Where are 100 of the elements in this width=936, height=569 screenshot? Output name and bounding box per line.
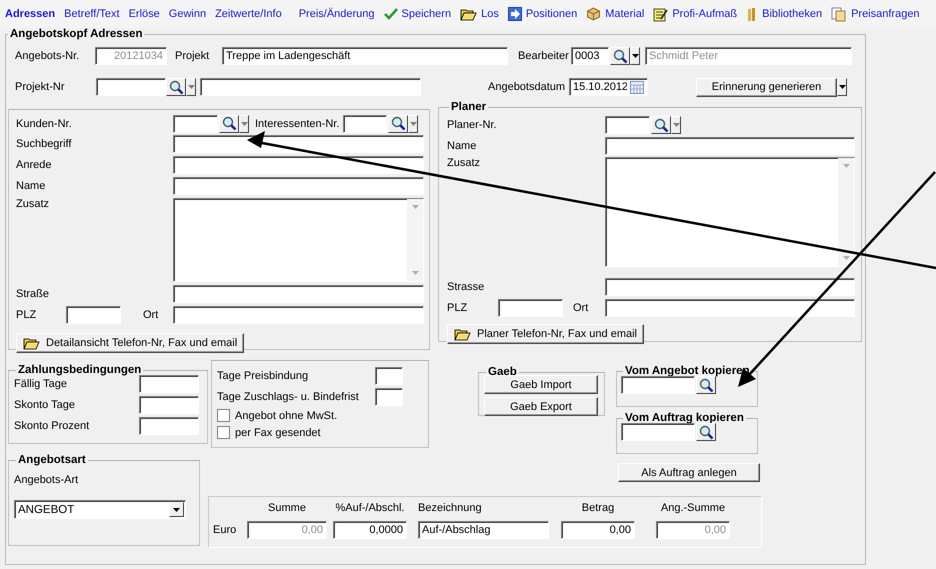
input-field[interactable] <box>96 78 166 96</box>
toolbar-link[interactable]: Los <box>460 8 499 20</box>
dropdown-button[interactable] <box>671 116 681 134</box>
search-button[interactable] <box>219 114 239 132</box>
input-field[interactable]: Treppe im Ladengeschäft <box>222 47 508 65</box>
input-field[interactable] <box>605 137 855 155</box>
folder-icon <box>454 328 471 340</box>
toolbar-link[interactable]: Preisanfragen <box>831 6 920 22</box>
input-field[interactable]: Auf-/Abschlag <box>418 521 549 539</box>
folder-icon <box>23 336 40 350</box>
field-label: Ort <box>143 309 160 321</box>
input-field[interactable] <box>139 375 199 393</box>
field-label: PLZ <box>447 302 468 314</box>
group-title: Angebotskopf Adressen <box>9 28 144 40</box>
field-label: Tage Zuschlags- u. Bindefrist <box>217 391 360 403</box>
toolbar-link[interactable]: Preis/Änderung <box>298 8 375 20</box>
input-field[interactable] <box>173 114 218 132</box>
search-button[interactable] <box>388 114 408 132</box>
input-field[interactable] <box>173 285 424 303</box>
field-label: Zusatz <box>447 157 482 171</box>
checkbox[interactable] <box>217 409 230 422</box>
toolbar-link[interactable]: Bibliotheken <box>746 6 822 22</box>
dropdown-button[interactable] <box>837 78 847 96</box>
input-field[interactable] <box>375 388 403 406</box>
input-field[interactable] <box>605 278 855 296</box>
input-field[interactable] <box>173 177 424 195</box>
field-label: PLZ <box>16 309 38 321</box>
search-button[interactable] <box>166 78 186 96</box>
input-field[interactable] <box>173 156 424 174</box>
gaeb-button[interactable]: Gaeb Export <box>484 397 598 416</box>
input-field[interactable] <box>66 306 121 324</box>
dropdown-button[interactable] <box>186 78 196 96</box>
input-field[interactable] <box>173 306 424 324</box>
caret-icon <box>838 85 846 89</box>
field-label: Tage Preisbindung <box>217 370 310 382</box>
planner-contact-button[interactable]: Planer Telefon-Nr, Fax und email <box>447 324 644 344</box>
caret-icon <box>632 54 638 58</box>
field-label: Projekt <box>175 50 210 62</box>
search-button[interactable] <box>651 116 671 134</box>
toolbar-link[interactable]: Gewinn <box>168 8 206 20</box>
toolbar-link[interactable]: Speichern <box>384 8 452 20</box>
toolbar-link[interactable]: Positionen <box>508 7 578 21</box>
checkbox[interactable] <box>217 426 230 439</box>
group-title: Planer <box>450 101 488 113</box>
column-header: Bezeichnung <box>418 502 483 514</box>
input-field[interactable]: 0,00 <box>561 521 635 539</box>
search-icon <box>390 116 406 131</box>
create-order-button[interactable]: Als Auftrag anlegen <box>618 463 760 482</box>
input-field[interactable] <box>621 376 695 394</box>
field-label: Fällig Tage <box>14 378 68 390</box>
box-icon <box>586 7 602 21</box>
input-field[interactable] <box>173 135 424 153</box>
search-icon <box>654 118 668 132</box>
toolbar-link[interactable]: Zeitwerte/Info <box>215 8 282 20</box>
group-title: Vom Auftrag kopieren <box>624 412 745 424</box>
field-label: Skonto Prozent <box>14 420 90 432</box>
input-field[interactable]: 0,0000 <box>333 521 407 539</box>
toolbar-link[interactable]: Profi-Aufmaß <box>653 6 738 22</box>
caret-icon <box>412 271 418 275</box>
input-field[interactable] <box>605 116 650 134</box>
reminder-button[interactable]: Erinnerung generieren <box>696 78 837 96</box>
caret-icon <box>672 123 680 127</box>
text-area[interactable] <box>605 157 855 267</box>
input-field[interactable] <box>139 396 199 414</box>
toolbar-link[interactable]: Betreff/Text <box>64 8 120 20</box>
dropdown-button[interactable] <box>408 114 418 132</box>
input-field[interactable] <box>139 417 199 435</box>
search-button[interactable] <box>610 47 630 65</box>
column-header: %Auf-/Abschl. <box>334 502 406 514</box>
dropdown-button[interactable] <box>239 114 249 132</box>
field-label: Angebots-Art <box>14 474 78 486</box>
column-header: Summe <box>267 502 307 514</box>
search-icon <box>168 80 184 94</box>
input-field[interactable] <box>343 114 387 132</box>
toolbar-link[interactable]: Adressen <box>5 8 56 20</box>
toolbar-link[interactable]: Material <box>586 7 644 21</box>
toolbar-link[interactable]: Erlöse <box>128 8 160 20</box>
arrow-icon <box>508 7 522 21</box>
gaeb-button[interactable]: Gaeb Import <box>484 375 598 394</box>
search-button[interactable] <box>696 376 716 394</box>
field-label: Interessenten-Nr. <box>255 118 340 130</box>
field-label: Strasse <box>447 281 486 293</box>
input-field[interactable] <box>498 299 563 317</box>
input-field[interactable] <box>621 423 695 441</box>
input-field[interactable] <box>200 78 421 96</box>
field-label: per Fax gesendet <box>235 426 321 438</box>
field-label: Bearbeiter <box>518 50 570 62</box>
input-field[interactable] <box>375 367 403 385</box>
field-label: Anrede <box>16 159 52 171</box>
details-button[interactable]: Detailansicht Telefon-Nr, Fax und email <box>16 333 244 353</box>
group-title: Angebotsart <box>17 454 87 466</box>
dropdown-button[interactable] <box>630 47 640 65</box>
field-label: Name <box>16 180 46 192</box>
input-field[interactable] <box>605 299 855 317</box>
field-label: Skonto Tage <box>14 399 76 411</box>
offer-type-select[interactable]: ANGEBOT <box>14 500 186 519</box>
field-label: Angebotsdatum <box>488 81 566 93</box>
search-button[interactable] <box>696 423 716 441</box>
column-header: Ang.-Summe <box>660 502 726 514</box>
field-label: Straße <box>16 288 50 300</box>
